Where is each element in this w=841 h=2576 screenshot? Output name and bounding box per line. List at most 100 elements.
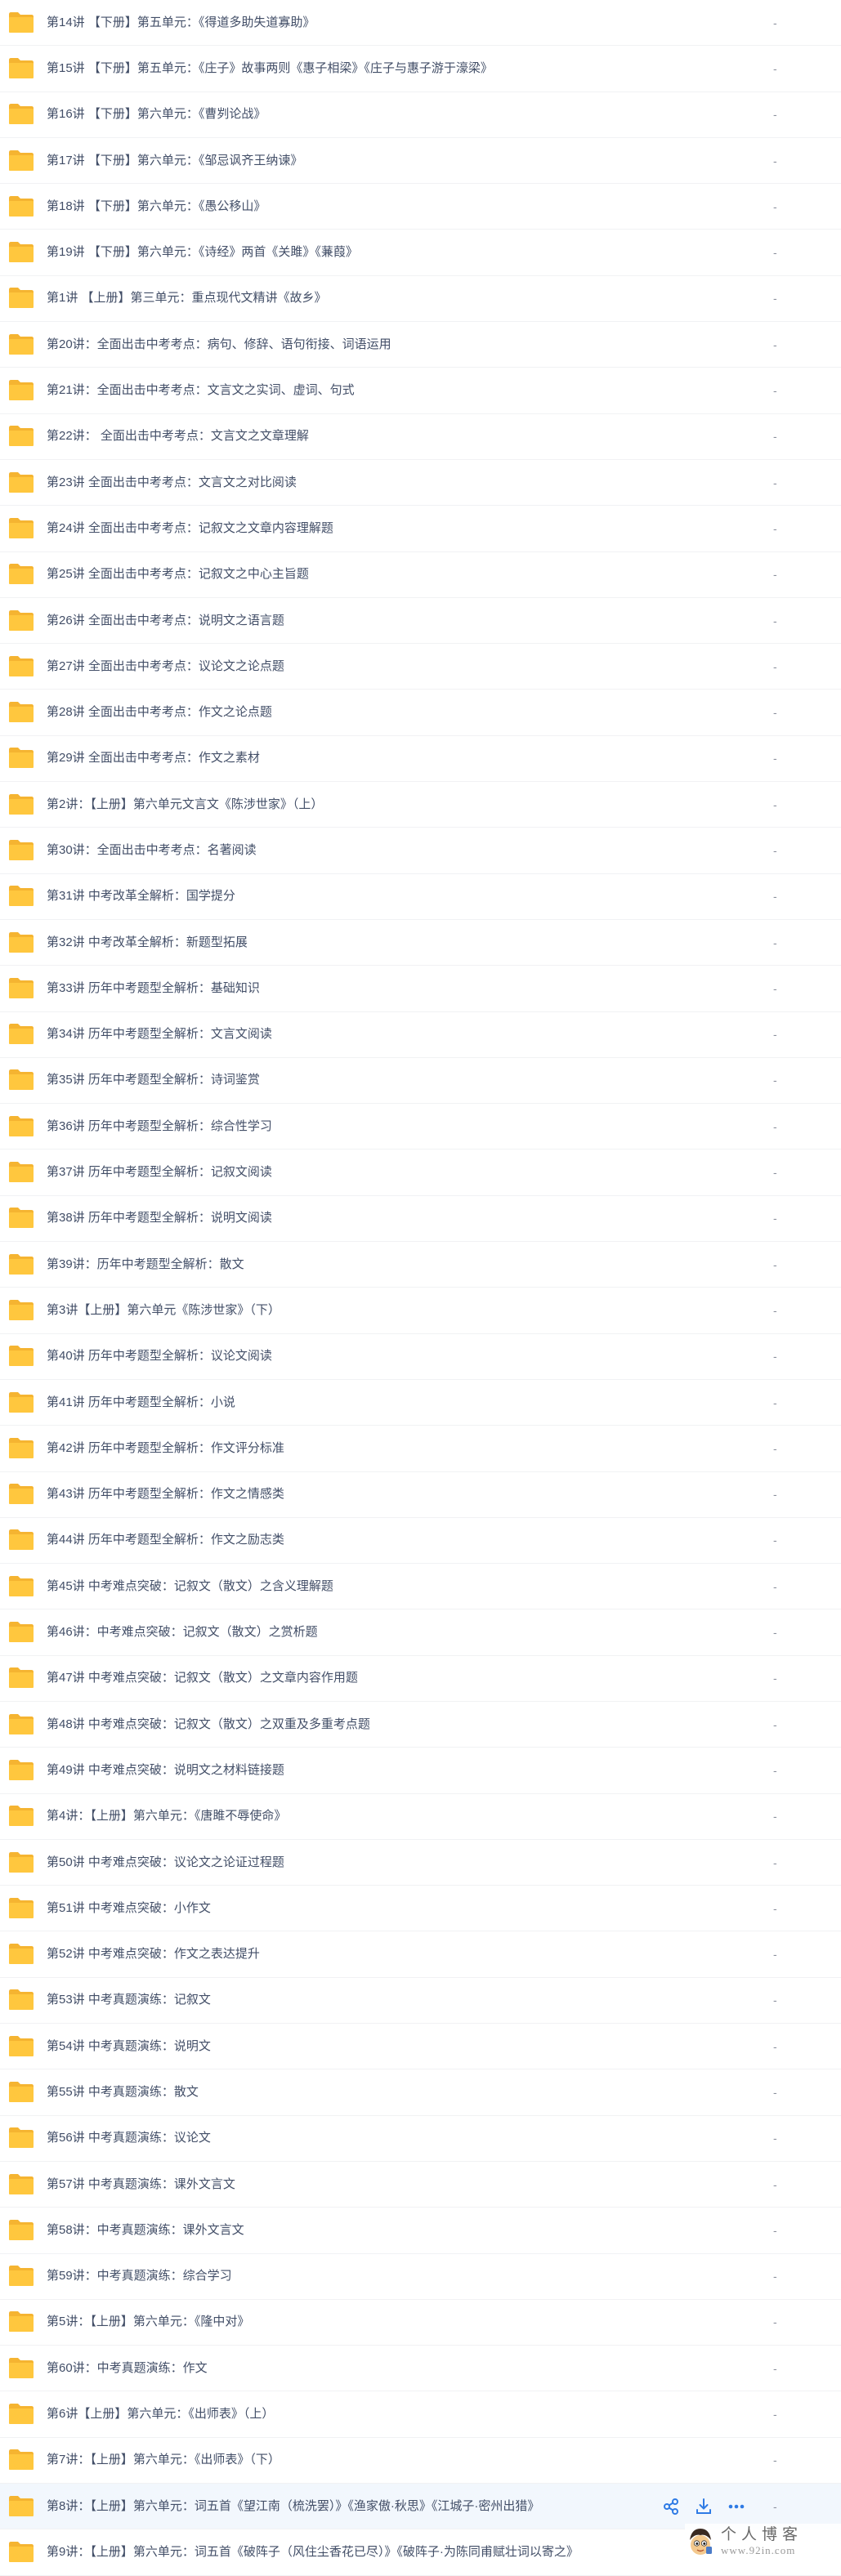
folder-name[interactable]: 第42讲 历年中考题型全解析：作文评分标准: [47, 1441, 284, 1456]
folder-name[interactable]: 第34讲 历年中考题型全解析：文言文阅读: [47, 1027, 272, 1042]
folder-name[interactable]: 第25讲 全面出击中考考点：记叙文之中心主旨题: [47, 567, 309, 582]
file-row[interactable]: 第32讲 中考改革全解析：新题型拓展 -: [0, 919, 841, 967]
file-row[interactable]: 第29讲 全面出击中考考点：作文之素材 -: [0, 735, 841, 783]
folder-name[interactable]: 第31讲 中考改革全解析：国学提分: [47, 889, 235, 904]
file-row[interactable]: 第40讲 历年中考题型全解析：议论文阅读 -: [0, 1333, 841, 1380]
folder-name[interactable]: 第38讲 历年中考题型全解析：说明文阅读: [47, 1211, 272, 1225]
folder-name[interactable]: 第24讲 全面出击中考考点：记叙文之文章内容理解题: [47, 521, 333, 536]
folder-name[interactable]: 第51讲 中考难点突破：小作文: [47, 1901, 211, 1916]
file-row[interactable]: 第42讲 历年中考题型全解析：作文评分标准 -: [0, 1426, 841, 1472]
folder-name[interactable]: 第2讲：【上册】第六单元文言文《陈涉世家》（上）: [47, 797, 323, 812]
download-icon[interactable]: [693, 2496, 714, 2517]
file-row[interactable]: 第5讲：【上册】第六单元：《隆中对》 -: [0, 2299, 841, 2346]
folder-name[interactable]: 第40讲 历年中考题型全解析：议论文阅读: [47, 1349, 272, 1364]
file-row[interactable]: 第22讲： 全面出击中考考点：文言文之文章理解 -: [0, 413, 841, 460]
file-row[interactable]: 第20讲：全面出击中考考点：病句、修辞、语句衔接、词语运用 -: [0, 322, 841, 368]
file-row[interactable]: 第53讲 中考真题演练：记叙文 -: [0, 1977, 841, 2025]
folder-name[interactable]: 第57讲 中考真题演练：课外文言文: [47, 2177, 235, 2192]
file-row[interactable]: 第8讲：【上册】第六单元：词五首《望江南（梳洗罢）》《渔家傲·秋思》《江城子·密…: [0, 2484, 841, 2530]
file-row[interactable]: 第44讲 历年中考题型全解析：作文之励志类 -: [0, 1517, 841, 1565]
folder-name[interactable]: 第49讲 中考难点突破：说明文之材料链接题: [47, 1763, 284, 1778]
folder-name[interactable]: 第54讲 中考真题演练：说明文: [47, 2039, 211, 2054]
folder-name[interactable]: 第8讲：【上册】第六单元：词五首《望江南（梳洗罢）》《渔家傲·秋思》《江城子·密…: [47, 2499, 539, 2514]
file-row[interactable]: 第19讲 【下册】第六单元：《诗经》两首《关雎》《蒹葭》 -: [0, 230, 841, 276]
file-row[interactable]: 第49讲 中考难点突破：说明文之材料链接题 -: [0, 1748, 841, 1794]
file-row[interactable]: 第55讲 中考真题演练：散文 -: [0, 2069, 841, 2116]
file-row[interactable]: 第41讲 历年中考题型全解析：小说 -: [0, 1379, 841, 1426]
folder-name[interactable]: 第26讲 全面出击中考考点：说明文之语言题: [47, 614, 284, 628]
file-row[interactable]: 第17讲 【下册】第六单元：《邹忌讽齐王纳谏》 -: [0, 137, 841, 185]
folder-name[interactable]: 第36讲 历年中考题型全解析：综合性学习: [47, 1119, 272, 1134]
file-row[interactable]: 第57讲 中考真题演练：课外文言文 -: [0, 2161, 841, 2208]
folder-name[interactable]: 第20讲：全面出击中考考点：病句、修辞、语句衔接、词语运用: [47, 337, 391, 352]
folder-name[interactable]: 第33讲 历年中考题型全解析：基础知识: [47, 981, 260, 996]
file-row[interactable]: 第50讲 中考难点突破：议论文之论证过程题 -: [0, 1839, 841, 1886]
folder-name[interactable]: 第6讲【上册】第六单元：《出师表》（上）: [47, 2407, 274, 2422]
file-row[interactable]: 第48讲 中考难点突破：记叙文（散文）之双重及多重考点题 -: [0, 1701, 841, 1748]
file-row[interactable]: 第30讲：全面出击中考考点：名著阅读 -: [0, 828, 841, 874]
file-row[interactable]: 第56讲 中考真题演练：议论文 -: [0, 2115, 841, 2162]
file-row[interactable]: 第38讲 历年中考题型全解析：说明文阅读 -: [0, 1195, 841, 1243]
folder-name[interactable]: 第59讲：中考真题演练：综合学习: [47, 2269, 232, 2284]
folder-name[interactable]: 第7讲：【上册】第六单元：《出师表》（下）: [47, 2453, 280, 2467]
file-row[interactable]: 第1讲 【上册】第三单元：重点现代文精讲《故乡》 -: [0, 275, 841, 323]
file-row[interactable]: 第18讲 【下册】第六单元：《愚公移山》 -: [0, 184, 841, 230]
file-row[interactable]: 第35讲 历年中考题型全解析：诗词鉴赏 -: [0, 1057, 841, 1105]
file-row[interactable]: 第15讲 【下册】第五单元：《庄子》故事两则《惠子相梁》《庄子与惠子游于濠梁》 -: [0, 46, 841, 92]
folder-name[interactable]: 第28讲 全面出击中考考点：作文之论点题: [47, 705, 272, 720]
file-row[interactable]: 第39讲：历年中考题型全解析：散文 -: [0, 1242, 841, 1288]
folder-name[interactable]: 第56讲 中考真题演练：议论文: [47, 2131, 211, 2145]
file-row[interactable]: 第51讲 中考难点突破：小作文 -: [0, 1886, 841, 1932]
folder-name[interactable]: 第14讲 【下册】第五单元：《得道多助失道寡助》: [47, 16, 315, 30]
folder-name[interactable]: 第58讲：中考真题演练：课外文言文: [47, 2223, 244, 2238]
file-row[interactable]: 第26讲 全面出击中考考点：说明文之语言题 -: [0, 597, 841, 645]
folder-name[interactable]: 第18讲 【下册】第六单元：《愚公移山》: [47, 199, 266, 214]
file-row[interactable]: 第59讲：中考真题演练：综合学习 -: [0, 2253, 841, 2300]
file-row[interactable]: 第47讲 中考难点突破：记叙文（散文）之文章内容作用题 -: [0, 1655, 841, 1702]
file-row[interactable]: 第2讲：【上册】第六单元文言文《陈涉世家》（上） -: [0, 782, 841, 828]
folder-name[interactable]: 第4讲：【上册】第六单元：《唐雎不辱使命》: [47, 1809, 286, 1824]
folder-name[interactable]: 第45讲 中考难点突破：记叙文（散文）之含义理解题: [47, 1579, 333, 1594]
file-row[interactable]: 第21讲：全面出击中考考点：文言文之实词、虚词、句式 -: [0, 368, 841, 414]
folder-name[interactable]: 第52讲 中考难点突破：作文之表达提升: [47, 1947, 260, 1962]
file-row[interactable]: 第24讲 全面出击中考考点：记叙文之文章内容理解题 -: [0, 506, 841, 552]
folder-name[interactable]: 第35讲 历年中考题型全解析：诗词鉴赏: [47, 1073, 260, 1087]
folder-name[interactable]: 第30讲：全面出击中考考点：名著阅读: [47, 843, 257, 858]
file-row[interactable]: 第46讲：中考难点突破：记叙文（散文）之赏析题 -: [0, 1609, 841, 1656]
folder-name[interactable]: 第23讲 全面出击中考考点：文言文之对比阅读: [47, 475, 297, 490]
folder-name[interactable]: 第37讲 历年中考题型全解析：记叙文阅读: [47, 1165, 272, 1180]
folder-name[interactable]: 第48讲 中考难点突破：记叙文（散文）之双重及多重考点题: [47, 1717, 370, 1732]
file-row[interactable]: 第16讲 【下册】第六单元：《曹刿论战》 -: [0, 92, 841, 138]
file-row[interactable]: 第27讲 全面出击中考考点：议论文之论点题 -: [0, 644, 841, 690]
folder-name[interactable]: 第55讲 中考真题演练：散文: [47, 2085, 199, 2100]
file-row[interactable]: 第34讲 历年中考题型全解析：文言文阅读 -: [0, 1011, 841, 1058]
folder-name[interactable]: 第15讲 【下册】第五单元：《庄子》故事两则《惠子相梁》《庄子与惠子游于濠梁》: [47, 61, 493, 76]
share-icon[interactable]: [660, 2496, 682, 2517]
folder-name[interactable]: 第43讲 历年中考题型全解析：作文之情感类: [47, 1487, 284, 1502]
file-row[interactable]: 第6讲【上册】第六单元：《出师表》（上） -: [0, 2391, 841, 2438]
folder-name[interactable]: 第32讲 中考改革全解析：新题型拓展: [47, 935, 248, 950]
folder-name[interactable]: 第46讲：中考难点突破：记叙文（散文）之赏析题: [47, 1625, 318, 1640]
folder-name[interactable]: 第50讲 中考难点突破：议论文之论证过程题: [47, 1855, 284, 1870]
file-row[interactable]: 第31讲 中考改革全解析：国学提分 -: [0, 873, 841, 920]
folder-name[interactable]: 第22讲： 全面出击中考考点：文言文之文章理解: [47, 429, 309, 444]
file-row[interactable]: 第23讲 全面出击中考考点：文言文之对比阅读 -: [0, 459, 841, 507]
file-row[interactable]: 第3讲【上册】第六单元《陈涉世家》（下） -: [0, 1288, 841, 1334]
folder-name[interactable]: 第19讲 【下册】第六单元：《诗经》两首《关雎》《蒹葭》: [47, 245, 358, 260]
folder-name[interactable]: 第47讲 中考难点突破：记叙文（散文）之文章内容作用题: [47, 1671, 358, 1685]
file-row[interactable]: 第52讲 中考难点突破：作文之表达提升 -: [0, 1931, 841, 1978]
folder-name[interactable]: 第9讲：【上册】第六单元：词五首《破阵子（风住尘香花已尽）》《破阵子·为陈同甫赋…: [47, 2545, 579, 2560]
folder-name[interactable]: 第16讲 【下册】第六单元：《曹刿论战》: [47, 107, 266, 122]
folder-name[interactable]: 第1讲 【上册】第三单元：重点现代文精讲《故乡》: [47, 291, 327, 306]
folder-name[interactable]: 第39讲：历年中考题型全解析：散文: [47, 1257, 244, 1272]
folder-name[interactable]: 第60讲：中考真题演练：作文: [47, 2361, 208, 2376]
more-icon[interactable]: [726, 2496, 747, 2517]
file-row[interactable]: 第37讲 历年中考题型全解析：记叙文阅读 -: [0, 1150, 841, 1196]
folder-name[interactable]: 第29讲 全面出击中考考点：作文之素材: [47, 751, 260, 766]
file-row[interactable]: 第58讲：中考真题演练：课外文言文 -: [0, 2208, 841, 2254]
file-row[interactable]: 第54讲 中考真题演练：说明文 -: [0, 2024, 841, 2070]
file-row[interactable]: 第14讲 【下册】第五单元：《得道多助失道寡助》 -: [0, 0, 841, 47]
folder-name[interactable]: 第27讲 全面出击中考考点：议论文之论点题: [47, 659, 284, 674]
folder-name[interactable]: 第17讲 【下册】第六单元：《邹忌讽齐王纳谏》: [47, 154, 302, 168]
file-row[interactable]: 第25讲 全面出击中考考点：记叙文之中心主旨题 -: [0, 551, 841, 598]
